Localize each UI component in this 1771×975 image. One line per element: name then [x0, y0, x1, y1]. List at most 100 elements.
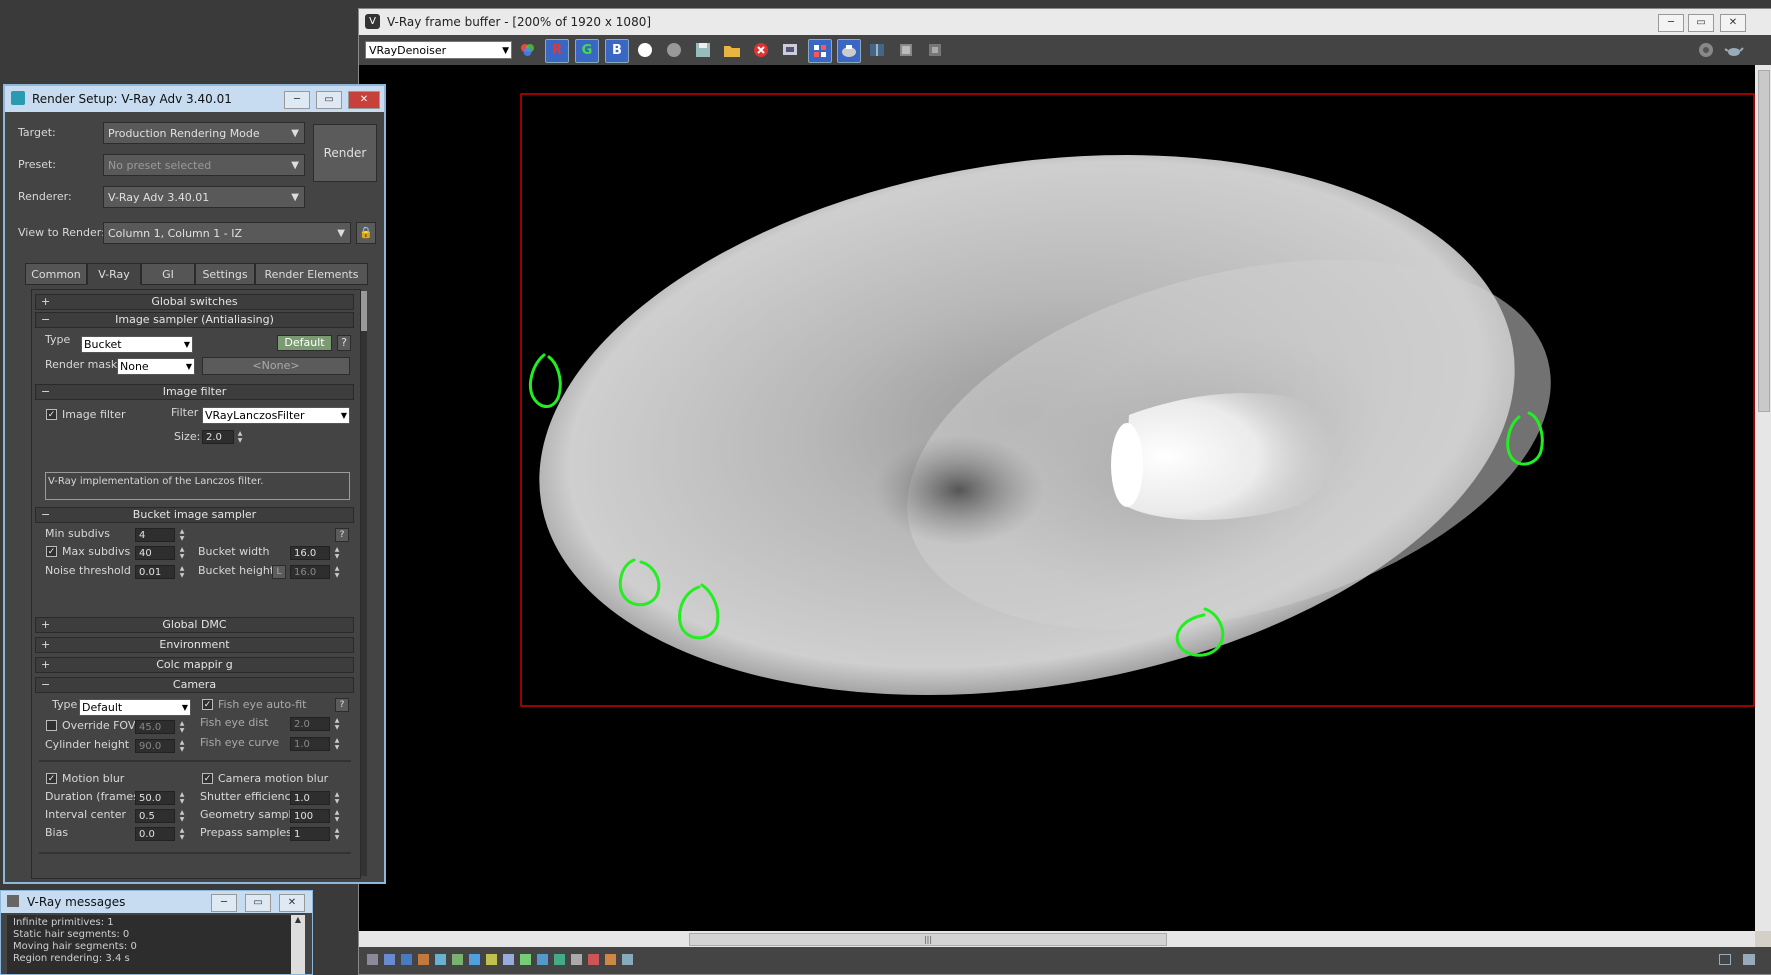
motion-blur-checkbox[interactable]: ✓ — [46, 773, 57, 784]
shutter-efficiency-input[interactable]: 1.0 — [290, 791, 330, 805]
size-input[interactable]: 2.0 — [202, 430, 234, 444]
lut-icon[interactable] — [503, 954, 514, 965]
spinner-arrows-icon[interactable]: ▲ ▼ — [178, 809, 186, 823]
sampler-type-select[interactable]: Bucket ▼ — [81, 336, 193, 353]
rollout-camera[interactable]: − Camera — [35, 677, 354, 693]
geometry-samples-input[interactable]: 100 — [290, 809, 330, 823]
tab-settings[interactable]: Settings — [195, 263, 255, 285]
cylinder-height-input[interactable]: 90.0 — [135, 739, 175, 753]
fish-eye-autofit-checkbox[interactable]: ✓ — [202, 699, 213, 710]
srgb-icon[interactable] — [554, 954, 565, 965]
histogram-icon[interactable] — [469, 954, 480, 965]
rollout-scroll-thumb[interactable] — [361, 291, 367, 331]
duration-input[interactable]: 50.0 — [135, 791, 175, 805]
lens-effects-icon[interactable] — [895, 39, 917, 61]
vertical-scrollbar[interactable] — [1755, 65, 1771, 931]
bucket-height-input[interactable]: 16.0 — [290, 565, 330, 579]
tab-render-elements[interactable]: Render Elements — [255, 263, 368, 285]
spinner-arrows-icon[interactable]: ▲ ▼ — [178, 739, 186, 753]
tab-gi[interactable]: GI — [141, 263, 195, 285]
preset-dropdown[interactable]: No preset selected ▼ — [103, 154, 305, 176]
bucket-width-input[interactable]: 16.0 — [290, 546, 330, 560]
mono-gray-icon[interactable] — [663, 39, 685, 61]
messages-titlebar[interactable]: V-Ray messages ─ ▭ ✕ — [1, 891, 312, 913]
min-subdivs-input[interactable]: 4 — [135, 528, 175, 542]
save-icon[interactable] — [692, 39, 714, 61]
clear-image-icon[interactable] — [750, 39, 772, 61]
help-button[interactable]: ? — [337, 335, 351, 351]
spinner-arrows-icon[interactable]: ▲ ▼ — [178, 528, 186, 542]
messages-maximize-button[interactable]: ▭ — [245, 894, 271, 912]
red-channel-button[interactable]: R — [545, 39, 569, 63]
override-fov-checkbox[interactable] — [46, 720, 57, 731]
blue-channel-button[interactable]: B — [605, 39, 629, 63]
render-setup-titlebar[interactable]: Render Setup: V-Ray Adv 3.40.01 ─ ▭ ✕ — [5, 86, 384, 112]
render-mask-select[interactable]: None ▼ — [117, 358, 195, 375]
rs-minimize-button[interactable]: ─ — [284, 91, 310, 109]
bucket-help-button[interactable]: ? — [335, 528, 349, 542]
camera-motion-blur-checkbox[interactable]: ✓ — [202, 773, 213, 784]
render-canvas[interactable] — [359, 65, 1755, 931]
compare-ab-icon[interactable] — [866, 39, 888, 61]
fish-eye-dist-input[interactable]: 2.0 — [290, 717, 330, 731]
settings-circle-icon[interactable] — [1695, 39, 1717, 61]
interval-center-input[interactable]: 0.5 — [135, 809, 175, 823]
close-button[interactable]: ✕ — [1720, 14, 1746, 32]
rollout-scrollbar[interactable] — [361, 291, 367, 876]
duplicate-to-max-icon[interactable] — [779, 39, 801, 61]
spinner-arrows-icon[interactable]: ▲ ▼ — [333, 717, 341, 731]
white-balance-icon[interactable] — [486, 954, 497, 965]
spinner-arrows-icon[interactable]: ▲ ▼ — [178, 720, 186, 734]
green-channel-button[interactable]: G — [575, 39, 599, 63]
max-subdivs-input[interactable]: 40 — [135, 546, 175, 560]
vertical-scroll-thumb[interactable] — [1758, 70, 1770, 412]
rs-maximize-button[interactable]: ▭ — [316, 91, 342, 109]
channel-select[interactable]: VRayDenoiser ▼ — [365, 41, 512, 59]
tab-common[interactable]: Common — [25, 263, 87, 285]
bias-input[interactable]: 0.0 — [135, 827, 175, 841]
rollout-global-dmc[interactable]: + Global DMC — [35, 617, 354, 633]
pixel-info-icon[interactable] — [401, 954, 412, 965]
rollout-environment[interactable]: + Environment — [35, 637, 354, 653]
spinner-arrows-icon[interactable]: ▲ ▼ — [236, 430, 244, 444]
track-mouse-icon[interactable] — [808, 39, 832, 63]
max-subdivs-checkbox[interactable]: ✓ — [46, 546, 57, 557]
render-button[interactable]: Render — [313, 124, 377, 182]
horizontal-scrollbar[interactable]: ||| — [359, 931, 1755, 947]
curve-icon[interactable] — [435, 954, 446, 965]
mask-object-button[interactable]: <None> — [202, 357, 350, 375]
rs-close-button[interactable]: ✕ — [348, 91, 380, 109]
h-icon[interactable] — [571, 954, 582, 965]
messages-log[interactable]: Infinite primitives: 1 Static hair segme… — [7, 915, 291, 974]
spinner-arrows-icon[interactable]: ▲ ▼ — [333, 791, 341, 805]
messages-minimize-button[interactable]: ─ — [211, 894, 237, 912]
spinner-arrows-icon[interactable]: ▲ ▼ — [333, 827, 341, 841]
tab-vray[interactable]: V-Ray — [87, 263, 141, 285]
vfb-titlebar[interactable]: V V-Ray frame buffer - [200% of 1920 x 1… — [359, 9, 1771, 35]
ocio-icon[interactable] — [520, 954, 531, 965]
rollout-bucket-sampler[interactable]: − Bucket image sampler — [35, 507, 354, 523]
fov-input[interactable]: 45.0 — [135, 720, 175, 734]
stamp-icon[interactable] — [605, 954, 616, 965]
prepass-samples-input[interactable]: 1 — [290, 827, 330, 841]
color-channels-icon[interactable] — [517, 39, 539, 61]
alpha-white-icon[interactable] — [634, 39, 656, 61]
region-icon[interactable] — [622, 954, 633, 965]
camera-help-button[interactable]: ? — [335, 698, 349, 712]
window-icon[interactable] — [1743, 954, 1755, 965]
default-button[interactable]: Default — [277, 335, 332, 351]
rollout-color-mapping[interactable]: + Colc mappir g — [35, 657, 354, 673]
image-filter-checkbox[interactable]: ✓ — [46, 409, 57, 420]
messages-close-button[interactable]: ✕ — [279, 894, 305, 912]
noise-threshold-input[interactable]: 0.01 — [135, 565, 175, 579]
fish-eye-curve-input[interactable]: 1.0 — [290, 737, 330, 751]
spinner-arrows-icon[interactable]: ▲ ▼ — [178, 791, 186, 805]
messages-scrollbar[interactable]: ▲ — [291, 915, 305, 974]
info-icon[interactable] — [384, 954, 395, 965]
target-dropdown[interactable]: Production Rendering Mode ▼ — [103, 122, 305, 144]
horizontal-scroll-thumb[interactable]: ||| — [689, 933, 1167, 946]
filter-select[interactable]: VRayLanczosFilter ▼ — [202, 407, 350, 424]
view-to-render-dropdown[interactable]: Column 1, Column 1 - IZ ▼ — [103, 222, 351, 244]
spinner-arrows-icon[interactable]: ▲ ▼ — [333, 565, 341, 579]
camera-type-select[interactable]: Default ▼ — [79, 699, 191, 716]
